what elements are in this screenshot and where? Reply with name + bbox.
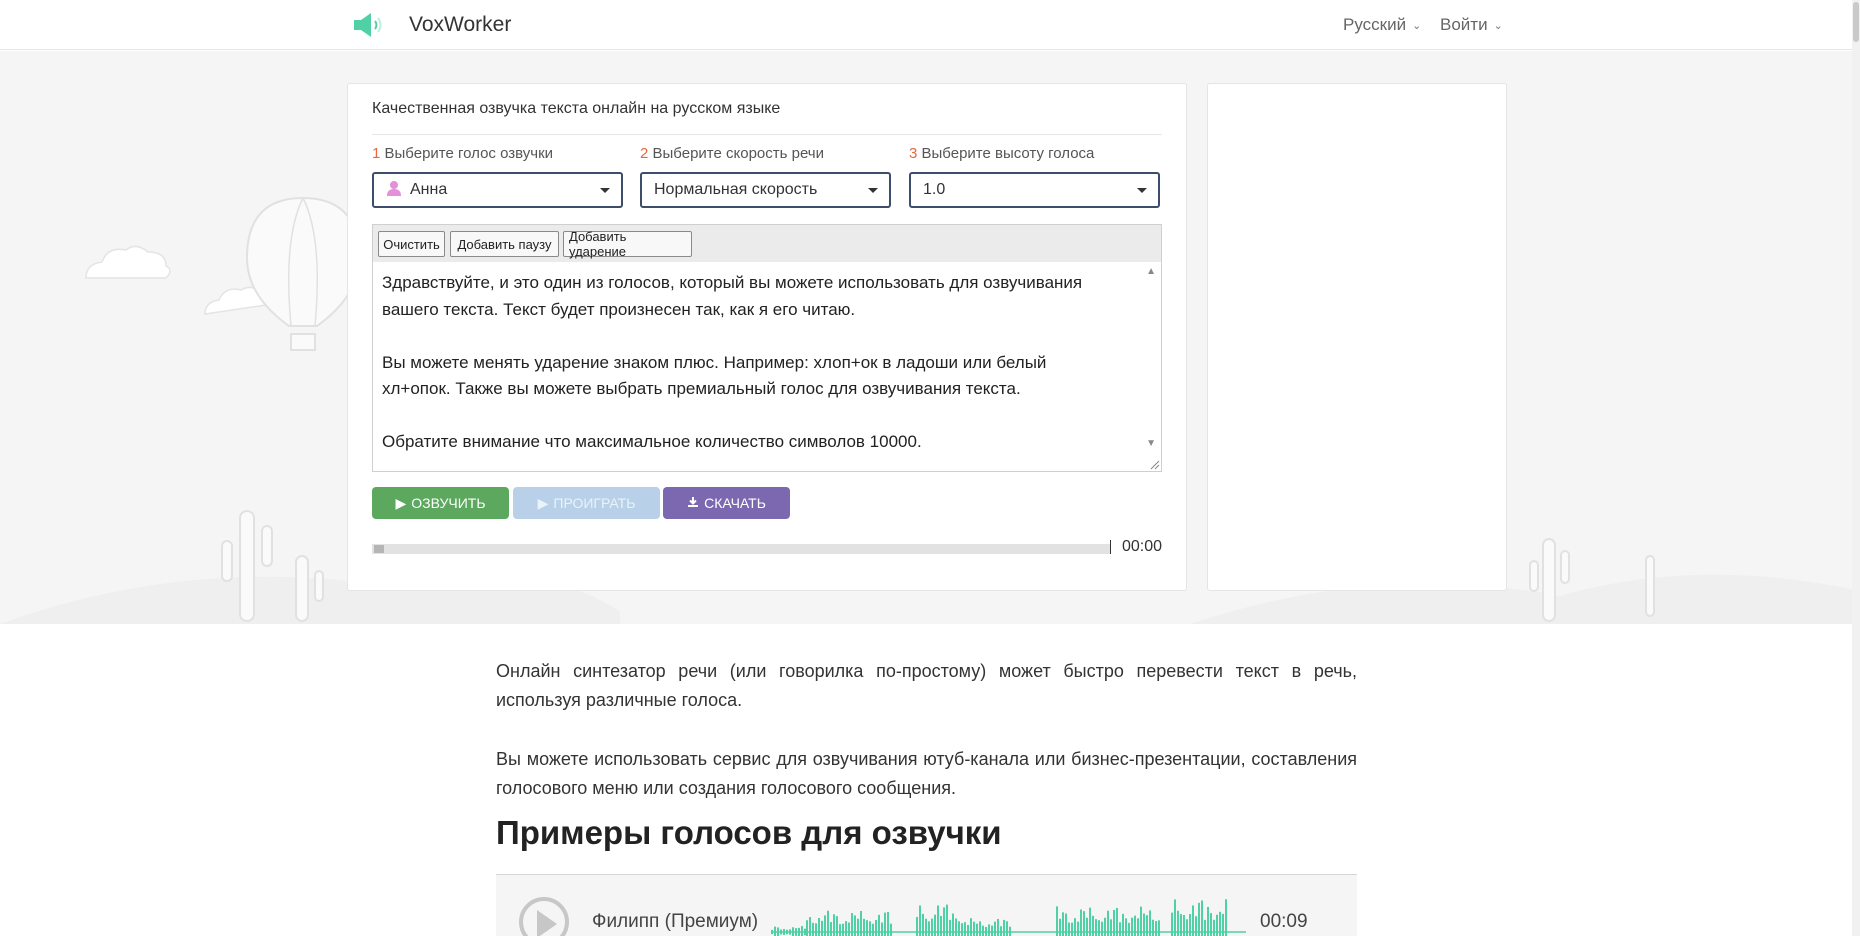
sample-play-button[interactable] bbox=[519, 897, 569, 936]
speed-select-value: Нормальная скорость bbox=[654, 181, 818, 198]
text-line: Вы можете менять ударение знаком плюс. Н… bbox=[382, 352, 1047, 372]
scroll-down-icon[interactable]: ▼ bbox=[1146, 438, 1156, 449]
tts-card: Качественная озвучка текста онлайн на ру… bbox=[347, 83, 1187, 591]
speaker-icon[interactable] bbox=[354, 13, 384, 37]
language-dropdown[interactable]: Русский ⌄ bbox=[1343, 15, 1421, 35]
add-stress-button[interactable]: Добавить ударение bbox=[563, 229, 692, 259]
chevron-down-icon: ⌄ bbox=[1412, 19, 1422, 32]
voice-select-value: Анна bbox=[410, 181, 448, 198]
login-dropdown[interactable]: Войти ⌄ bbox=[1440, 15, 1503, 35]
step-voice-label: 1 Выберите голос озвучки bbox=[372, 145, 554, 162]
sample-duration: 00:09 bbox=[1260, 911, 1308, 932]
step-speed-label: 2 Выберите скорость речи bbox=[640, 145, 824, 162]
download-label: СКАЧАТЬ bbox=[704, 495, 766, 511]
intro-paragraph: Онлайн синтезатор речи (или говорилка по… bbox=[496, 661, 1357, 710]
voice-sample-row: Филипп (Премиум) 00:09 bbox=[496, 875, 1357, 936]
progress-handle[interactable] bbox=[374, 545, 384, 553]
clear-button[interactable]: Очистить bbox=[378, 231, 445, 257]
chevron-down-icon: ⌄ bbox=[1493, 19, 1503, 32]
pitch-select-value: 1.0 bbox=[923, 181, 946, 198]
text-editor[interactable]: Очистить Добавить паузу Добавить ударени… bbox=[372, 224, 1162, 472]
text-line: Здравствуйте, и это один из голосов, кот… bbox=[382, 273, 1083, 292]
audio-progress-bar[interactable] bbox=[372, 544, 1110, 554]
caret-down-icon bbox=[868, 188, 878, 193]
play-icon bbox=[537, 910, 557, 936]
progress-end-marker bbox=[1110, 540, 1111, 554]
top-navbar: VoxWorker Русский ⌄ Войти ⌄ bbox=[0, 0, 1860, 50]
step-pitch-label: 3 Выберите высоту голоса bbox=[909, 145, 1095, 162]
play-button[interactable]: ▶ ПРОИГРАТЬ bbox=[513, 487, 660, 519]
pitch-select[interactable]: 1.0 bbox=[909, 172, 1160, 208]
side-panel bbox=[1207, 83, 1507, 591]
usage-paragraph: Вы можете использовать сервис для озвучи… bbox=[496, 749, 1357, 798]
caret-down-icon bbox=[600, 188, 610, 193]
editor-toolbar: Очистить Добавить паузу Добавить ударени… bbox=[373, 225, 1161, 262]
page-scrollbar[interactable] bbox=[1852, 0, 1860, 936]
play-icon: ▶ bbox=[537, 494, 549, 511]
login-label: Войти bbox=[1440, 15, 1488, 34]
download-icon bbox=[687, 495, 699, 511]
sample-waveform[interactable] bbox=[771, 887, 1246, 936]
language-label: Русский bbox=[1343, 15, 1407, 34]
add-pause-button[interactable]: Добавить паузу bbox=[450, 231, 559, 257]
download-button[interactable]: СКАЧАТЬ bbox=[663, 487, 790, 519]
speak-label: ОЗВУЧИТЬ bbox=[411, 495, 486, 511]
user-icon bbox=[386, 180, 402, 201]
play-icon: ▶ bbox=[395, 494, 407, 511]
sample-voice-name: Филипп (Премиум) bbox=[592, 911, 759, 932]
speak-button[interactable]: ▶ ОЗВУЧИТЬ bbox=[372, 487, 509, 519]
scrollbar-thumb[interactable] bbox=[1853, 2, 1859, 42]
brand-name[interactable]: VoxWorker bbox=[409, 13, 511, 37]
resize-handle-icon[interactable] bbox=[1148, 458, 1160, 470]
editor-textarea[interactable]: Здравствуйте, и это один из голосов, кот… bbox=[382, 270, 1142, 456]
scroll-up-icon[interactable]: ▲ bbox=[1146, 266, 1156, 277]
text-line: хл+опок. Также вы можете выбрать премиал… bbox=[382, 379, 1021, 398]
text-line: Обратите внимание что максимальное колич… bbox=[382, 432, 922, 451]
play-label: ПРОИГРАТЬ bbox=[553, 495, 636, 511]
text-line: вашего текста. Текст будет произнесен та… bbox=[382, 299, 856, 319]
speed-select[interactable]: Нормальная скорость bbox=[640, 172, 891, 208]
caret-down-icon bbox=[1137, 188, 1147, 193]
player-time: 00:00 bbox=[1122, 538, 1163, 555]
card-title: Качественная озвучка текста онлайн на ру… bbox=[372, 100, 781, 117]
divider bbox=[372, 134, 1162, 135]
samples-heading: Примеры голосов для озвучки bbox=[496, 814, 1002, 851]
voice-select[interactable]: Анна bbox=[372, 172, 623, 208]
